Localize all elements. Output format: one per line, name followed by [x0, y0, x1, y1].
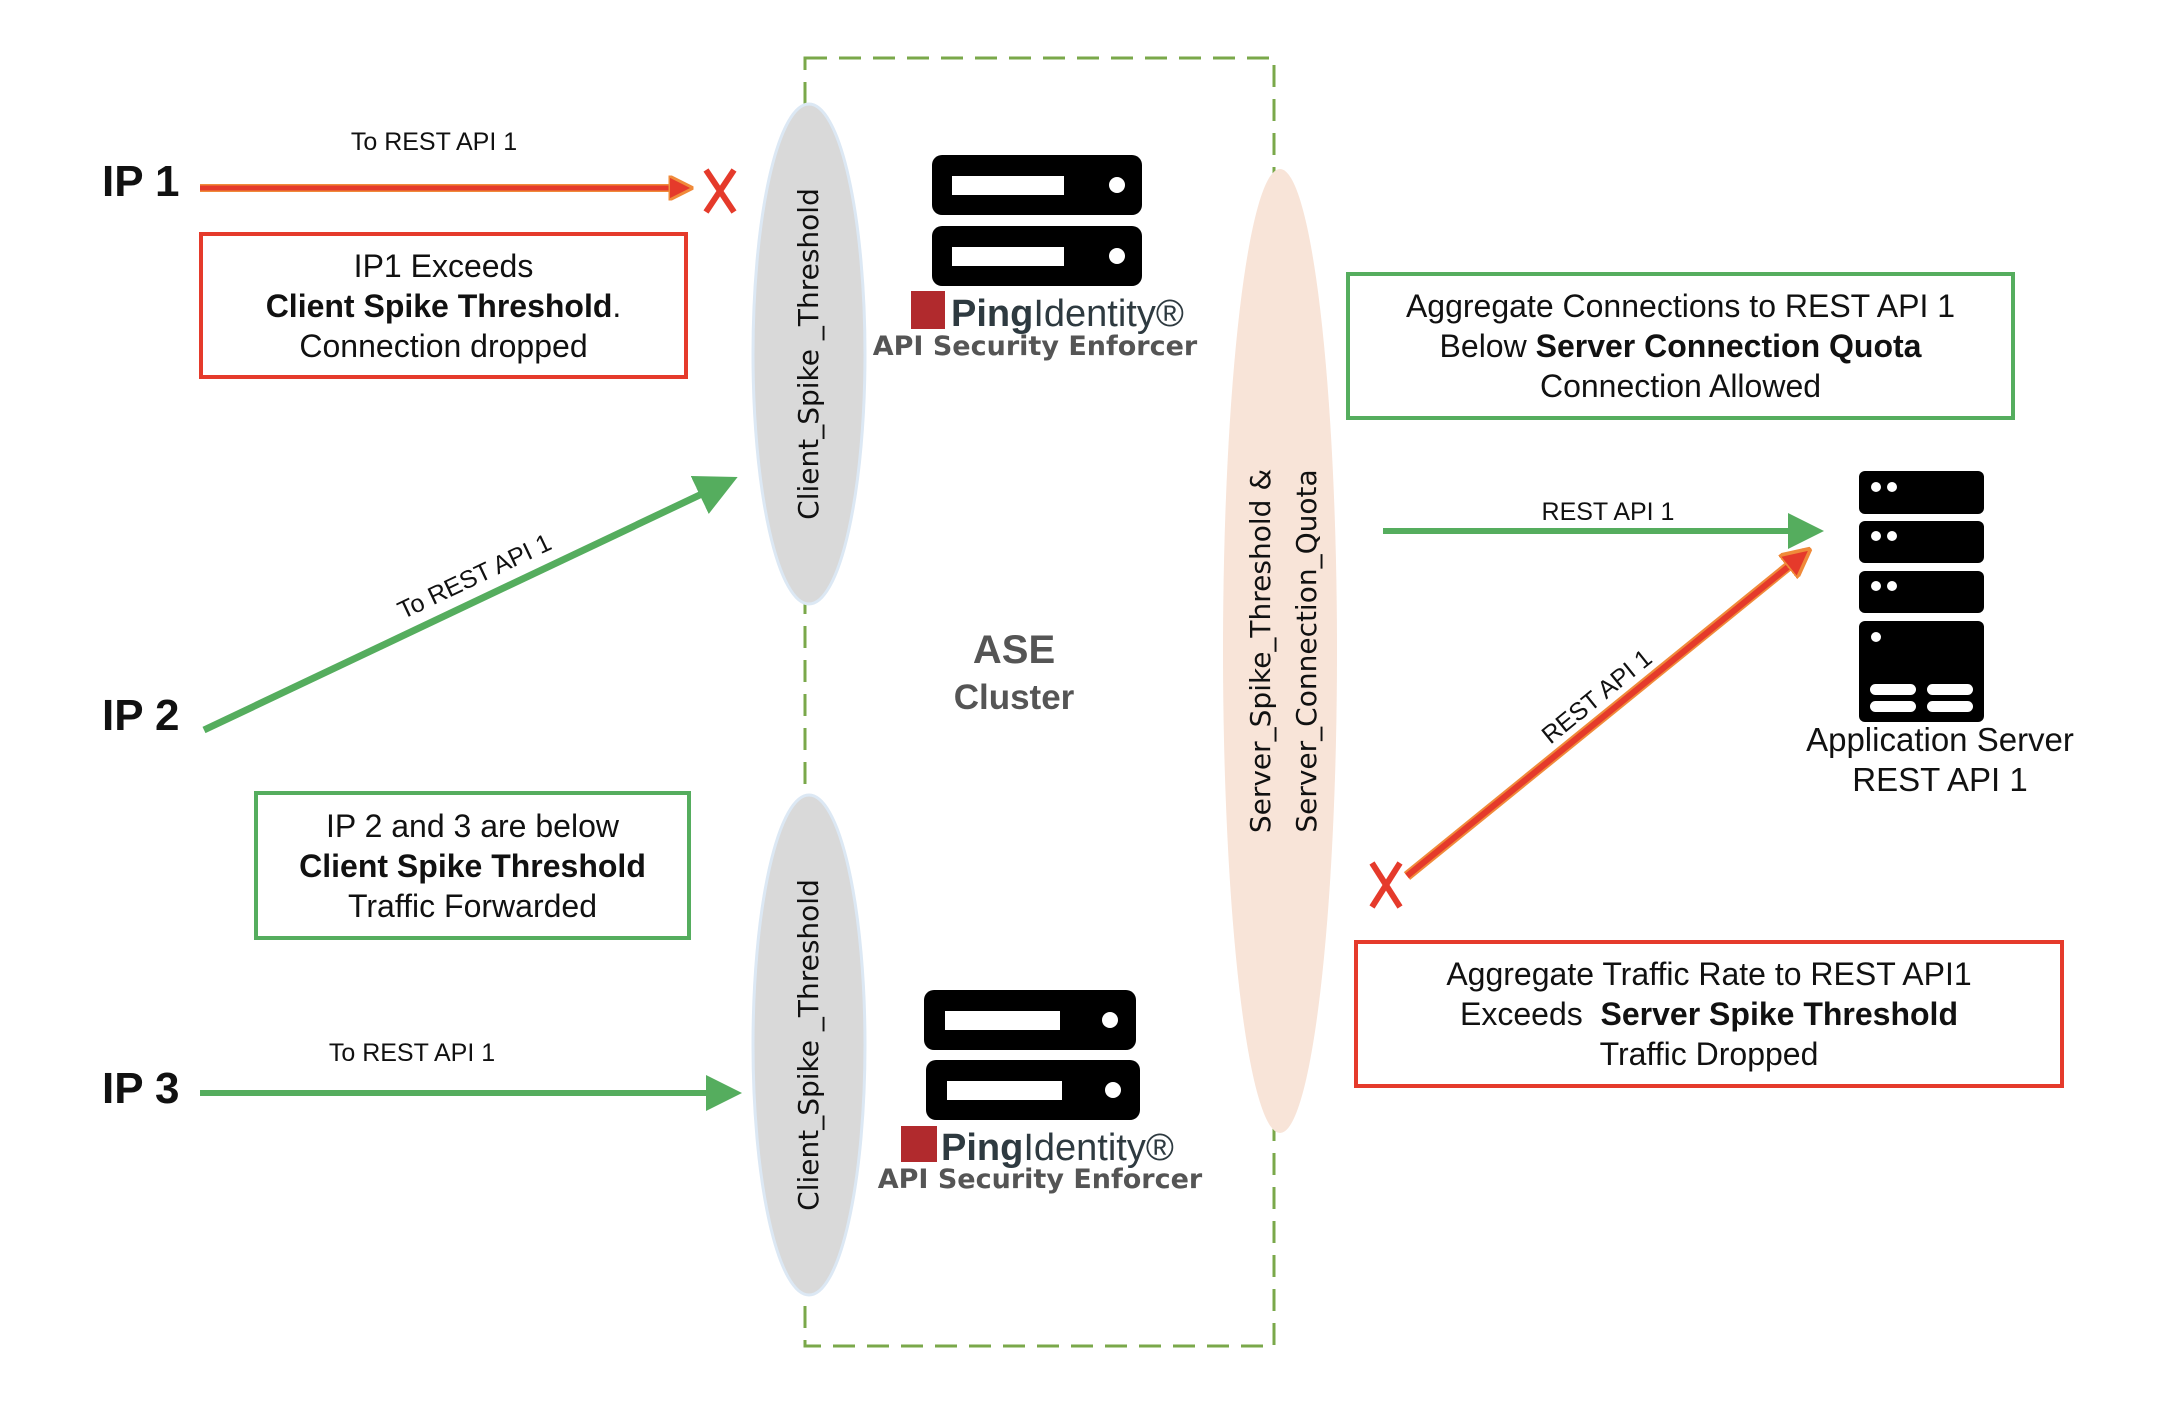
note-ip23-forwarded: IP 2 and 3 are below Client Spike Thresh… — [254, 791, 691, 940]
client-threshold-label: Client_Spike _Threshold — [792, 188, 825, 520]
enforcer-node-lower: PingIdentity® API Security Enforcer — [878, 990, 1203, 1195]
server-rack-icon — [1859, 471, 1984, 722]
application-server: Application Server REST API 1 — [1806, 471, 2074, 798]
ping-brand: PingIdentity® — [951, 293, 1184, 335]
note-prefix: Below — [1439, 328, 1536, 364]
note-server-quota-allowed: Aggregate Connections to REST API 1 Belo… — [1346, 272, 2015, 420]
ping-logo-icon — [901, 1126, 937, 1162]
ping-brand: PingIdentity® — [941, 1127, 1174, 1169]
server-icon — [932, 155, 1142, 286]
cluster-subtitle: Cluster — [954, 678, 1075, 717]
cluster-title: ASE — [973, 628, 1055, 672]
note-line: Aggregate Connections to REST API 1 — [1405, 288, 1956, 324]
edge-label: To REST API 1 — [329, 1039, 495, 1067]
edge-server-allowed: REST API 1 — [1383, 498, 1824, 549]
note-line: Exceeds Server Spike Threshold — [1460, 994, 1958, 1034]
note-emphasis: Server Connection Quota — [1535, 328, 1922, 364]
traffic-flow-diagram: Client_Spike _Threshold Client_Spike _Th… — [102, 56, 2074, 1348]
client-ip1-label: IP 1 — [102, 157, 179, 206]
note-suffix: . — [612, 287, 622, 324]
note-line: Traffic Forwarded — [348, 887, 597, 924]
note-prefix: Exceeds — [1460, 996, 1601, 1032]
enforcer-node-upper: PingIdentity® API Security Enforcer — [873, 155, 1198, 362]
edge-ip1: To REST API 1 — [200, 128, 737, 214]
note-line: IP1 Exceeds — [353, 247, 534, 284]
blocked-x-icon — [1369, 861, 1403, 909]
note-emphasis: Client Spike Threshold — [299, 847, 646, 884]
client-ip2-label: IP 2 — [102, 691, 179, 740]
edge-ip2: To REST API 1 — [202, 476, 738, 734]
client-threshold-lower: Client_Spike _Threshold — [751, 793, 867, 1297]
edge-ip3: To REST API 1 — [200, 1039, 742, 1111]
note-line: Connection dropped — [299, 327, 588, 364]
ping-logo-icon — [911, 291, 945, 329]
client-ip3-label: IP 3 — [102, 1064, 179, 1113]
server-threshold-label-line2: Server_Connection_Quota — [1290, 469, 1323, 832]
note-emphasis: Client Spike Threshold — [265, 287, 613, 324]
blocked-x-icon — [703, 168, 737, 214]
edge-label: REST API 1 — [1536, 644, 1657, 749]
note-ip1-dropped: IP1 Exceeds Client Spike Threshold. Conn… — [199, 232, 688, 379]
server-icon — [924, 990, 1140, 1120]
note-line: IP 2 and 3 are below — [326, 807, 619, 844]
edge-label: To REST API 1 — [351, 128, 517, 156]
edge-label: REST API 1 — [1542, 498, 1675, 526]
client-threshold-upper: Client_Spike _Threshold — [751, 102, 867, 606]
note-server-spike-dropped: Aggregate Traffic Rate to REST API1 Exce… — [1354, 940, 2064, 1088]
enforcer-product-label: API Security Enforcer — [878, 1164, 1203, 1195]
note-line: Traffic Dropped — [1599, 1036, 1819, 1072]
enforcer-product-label: API Security Enforcer — [873, 331, 1198, 362]
app-server-label: Application Server — [1806, 721, 2074, 758]
edge-server-blocked: REST API 1 — [1369, 552, 1806, 909]
server-threshold: Server_Spike_Threshold & Server_Connecti… — [1223, 169, 1337, 1133]
client-threshold-label: Client_Spike _Threshold — [792, 879, 825, 1211]
note-emphasis: Server Spike Threshold — [1600, 996, 1958, 1032]
server-threshold-label-line1: Server_Spike_Threshold & — [1244, 469, 1277, 833]
note-line: Aggregate Traffic Rate to REST API1 — [1446, 956, 1972, 992]
allowed-arrow — [202, 476, 738, 734]
app-server-api-label: REST API 1 — [1852, 761, 2027, 798]
blocked-arrow — [1405, 554, 1804, 879]
note-line: Client Spike Threshold. — [266, 286, 622, 326]
note-line: Connection Allowed — [1539, 368, 1822, 404]
note-line: Below Server Connection Quota — [1440, 326, 1922, 366]
